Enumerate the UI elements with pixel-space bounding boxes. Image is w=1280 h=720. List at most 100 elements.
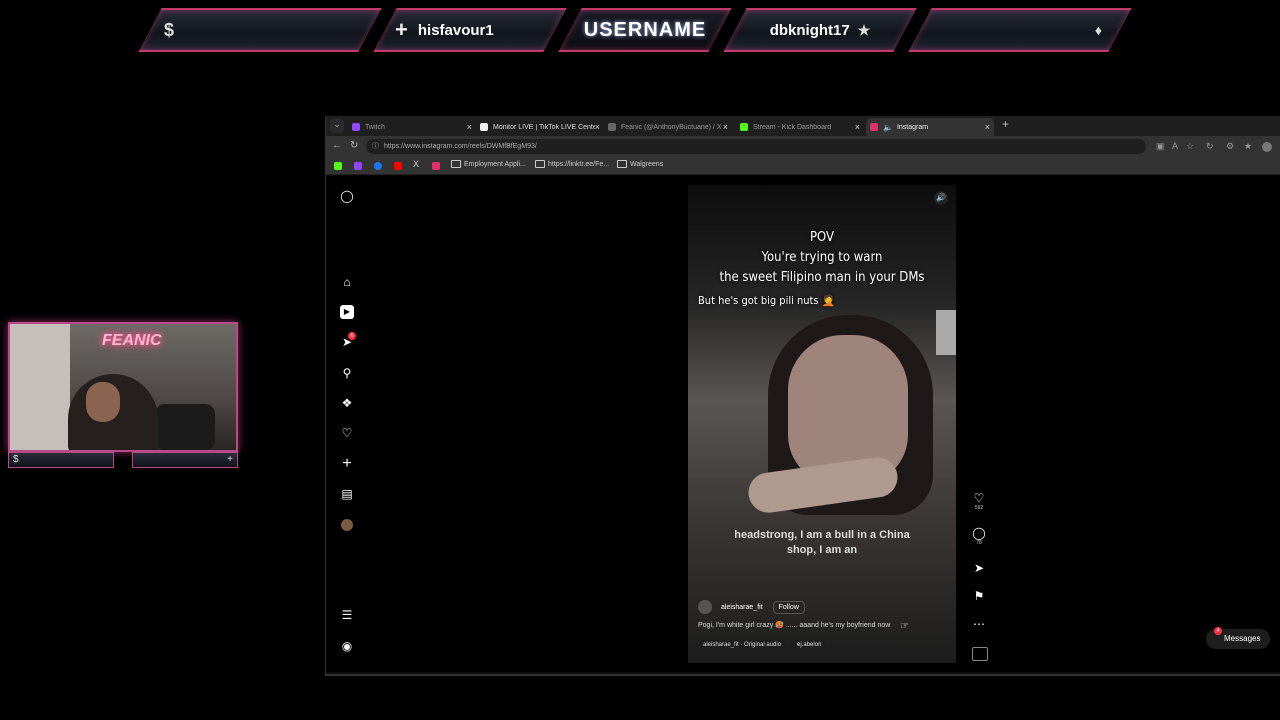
latest-follower-name: hisfavour1 — [417, 21, 494, 39]
neon-sign: FEANIC — [102, 332, 162, 349]
profile-avatar[interactable] — [1262, 142, 1272, 152]
reel-caption-line: But he's got big pili nuts 🤦 — [698, 294, 836, 307]
url-text: https://www.instagram.com/reels/DWMfBfEg… — [384, 143, 537, 150]
new-tab-button[interactable]: + — [1002, 117, 1009, 131]
overlay-title: USERNAME — [583, 18, 707, 41]
twitch-icon — [352, 123, 360, 131]
reel-caption-line: You're trying to warn — [761, 250, 883, 265]
reel-description[interactable]: Pogi, I'm white girl crazy 🥵 ...... aaan… — [698, 621, 890, 629]
tab-instagram[interactable]: 🔈 Instagram × — [866, 118, 994, 136]
messages-button[interactable]: 4 Messages — [1206, 627, 1271, 649]
dashboard-icon[interactable]: ▤ — [340, 487, 354, 501]
folder-icon — [535, 160, 545, 168]
bookmarks-bar: X Employment Appli... https://linktr.ee/… — [326, 158, 1280, 175]
audio-link[interactable]: aleisharae_fit · Original audio — [698, 640, 787, 650]
tab-label: Monitor LIVE | TikTok LIVE Center — [493, 123, 595, 131]
close-icon[interactable]: × — [595, 122, 600, 132]
reload-icon[interactable]: ↻ — [350, 140, 358, 151]
reel-audio-row: aleisharae_fit · Original audio ej.abelo… — [698, 640, 832, 650]
tab-kick[interactable]: Stream - Kick Dashboard × — [736, 118, 864, 136]
bookmark-walgreens[interactable]: Walgreens — [617, 160, 663, 168]
bookmark-employment[interactable]: Employment Appli... — [451, 160, 526, 168]
search-icon[interactable]: ⚲ — [340, 366, 354, 380]
explore-compass-icon[interactable]: ❖ — [340, 396, 354, 410]
tab-twitch[interactable]: Twitch × — [348, 118, 476, 136]
comment-count: 78 — [976, 540, 982, 546]
address-bar-row: ← ↻ ⓘ https://www.instagram.com/reels/DW… — [326, 136, 1280, 158]
volume-icon[interactable]: 🔊 — [934, 191, 948, 205]
plus-icon: + — [395, 17, 408, 42]
plus-icon: + — [227, 454, 233, 465]
x-bookmark-icon[interactable]: X — [413, 159, 419, 169]
send-icon: ➤ — [973, 561, 985, 575]
refresh-extension-icon[interactable]: ↻ — [1206, 141, 1214, 152]
heart-icon: ♡ — [973, 491, 985, 505]
menu-icon[interactable]: ☰ — [340, 608, 354, 622]
instagram-bookmark-icon[interactable] — [432, 162, 440, 170]
tab-label: Feanic (@AnthonyBuctuane) / X — [621, 123, 722, 131]
more-options-button[interactable]: ⋯ — [972, 617, 986, 631]
mouse-cursor-icon: ☞ — [900, 621, 909, 632]
diamond-icon: ♦ — [1094, 22, 1102, 38]
favorite-star-icon[interactable]: ☆ — [1186, 141, 1194, 152]
tab-x[interactable]: Feanic (@AnthonyBuctuane) / X × — [604, 118, 732, 136]
youtube-bookmark-icon[interactable] — [394, 162, 402, 170]
comment-icon: ◯ — [972, 526, 986, 540]
overlay-logo-segment: $ — [138, 8, 382, 52]
extensions-icon[interactable]: ⚙ — [1226, 141, 1234, 152]
back-arrow-icon[interactable]: ← — [332, 140, 342, 151]
reel-subtitle: headstrong, I am a bull in a China shop,… — [734, 529, 910, 556]
reel-caption-line: POV — [809, 230, 835, 245]
tab-label: Twitch — [365, 123, 385, 131]
home-icon[interactable]: ⌂ — [340, 275, 354, 289]
also-from-meta-icon[interactable]: ◉ — [340, 639, 354, 653]
folder-icon — [617, 160, 627, 168]
tab-search-button[interactable]: ⌄ — [330, 119, 344, 133]
reels-icon[interactable]: ▶ — [340, 305, 354, 319]
site-info-icon[interactable]: ⓘ — [372, 139, 379, 154]
tab-label: Instagram — [896, 123, 929, 131]
audio-thumbnail[interactable] — [972, 647, 988, 661]
install-app-icon[interactable]: ▣ — [1156, 141, 1165, 152]
tiktok-icon — [480, 123, 488, 131]
overlay-title-segment: USERNAME — [558, 8, 732, 52]
comment-button[interactable]: ◯ 78 — [972, 526, 986, 546]
like-button[interactable]: ♡ 592 — [972, 491, 986, 511]
author-username[interactable]: aleisharae_fit — [721, 604, 763, 611]
close-icon[interactable]: × — [985, 122, 990, 132]
kick-bookmark-icon[interactable] — [334, 162, 342, 170]
reel-author: aleisharae_fit Follow — [698, 600, 805, 614]
speaker-icon: 🔈 — [883, 122, 893, 132]
messages-badge: 4 — [1214, 627, 1222, 635]
latest-sub-segment: dbknight17 ★ — [723, 8, 917, 52]
share-button[interactable]: ➤ — [972, 561, 986, 575]
bookmark-linktree[interactable]: https://linktr.ee/Fe... — [535, 160, 609, 168]
profile-avatar[interactable] — [341, 519, 353, 531]
author-avatar[interactable] — [698, 600, 712, 614]
heart-icon[interactable]: ♡ — [340, 426, 354, 440]
tagged-user-link[interactable]: ej.abelon — [792, 640, 827, 650]
x-logo-icon — [608, 123, 616, 131]
webcam-feed: FEANIC — [8, 322, 238, 452]
follow-button[interactable]: Follow — [772, 600, 805, 614]
close-icon[interactable]: × — [855, 122, 860, 132]
facebook-bookmark-icon[interactable] — [374, 162, 382, 170]
channel-logo-icon: $ — [13, 454, 19, 465]
instagram-page: ◯ ⌂ ▶ ➤ 6 ⚲ ❖ ♡ + ▤ ☰ ◉ 🔊 POV You're try… — [326, 175, 1280, 672]
instagram-icon — [870, 123, 878, 131]
ellipsis-icon: ⋯ — [973, 617, 985, 631]
save-button[interactable]: ⚑ — [972, 589, 986, 603]
close-icon[interactable]: × — [467, 122, 472, 132]
favorites-icon[interactable]: ★ — [1244, 141, 1252, 152]
instagram-logo-icon[interactable]: ◯ — [340, 189, 354, 203]
stream-overlay-bar: $ + hisfavour1 USERNAME dbknight17 ★ ♦ — [138, 4, 1132, 52]
read-aloud-icon[interactable]: A — [1172, 141, 1178, 151]
reel-video[interactable]: 🔊 POV You're trying to warn the sweet Fi… — [688, 185, 956, 663]
url-field[interactable]: ⓘ https://www.instagram.com/reels/DWMfBf… — [366, 139, 1146, 154]
tab-tiktok[interactable]: Monitor LIVE | TikTok LIVE Center × — [476, 118, 604, 136]
twitch-bookmark-icon[interactable] — [354, 162, 362, 170]
close-icon[interactable]: × — [723, 122, 728, 132]
create-plus-icon[interactable]: + — [340, 456, 354, 472]
latest-follower-segment: + hisfavour1 — [373, 8, 567, 52]
notification-badge: 6 — [348, 332, 356, 340]
